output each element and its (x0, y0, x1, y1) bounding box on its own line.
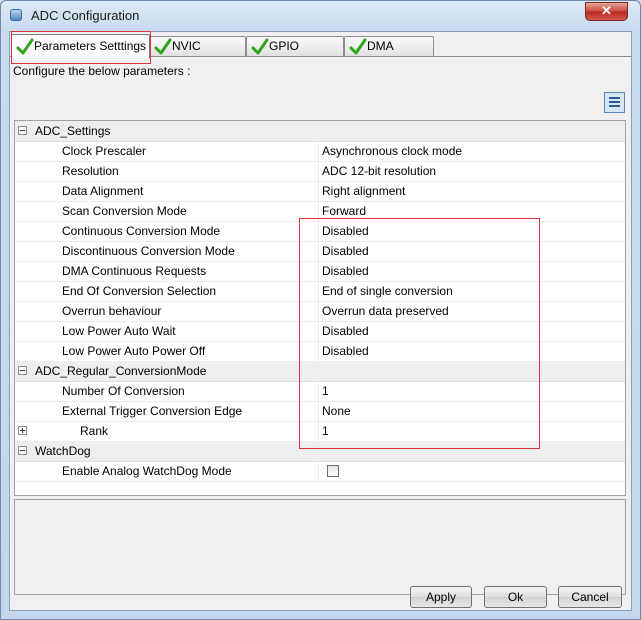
parameters-tab-panel: Configure the below parameters : ADC_Set… (10, 56, 631, 610)
expand-icon[interactable] (18, 426, 27, 435)
property-value[interactable]: ADC 12-bit resolution (322, 164, 436, 178)
property-name: Resolution (62, 164, 119, 178)
property-name: Overrun behaviour (62, 304, 162, 318)
property-value[interactable]: Disabled (322, 264, 369, 278)
property-name: Rank (80, 424, 109, 438)
property-name: External Trigger Conversion Edge (62, 404, 243, 418)
cancel-button[interactable]: Cancel (558, 586, 622, 608)
tab-gpio-settings[interactable]: GPIO Settings (246, 36, 344, 71)
green-check-icon (154, 38, 172, 55)
property-value[interactable]: Disabled (322, 224, 369, 238)
property-row[interactable]: External Trigger Conversion Edge None (15, 401, 625, 422)
property-name: Low Power Auto Wait (62, 324, 176, 338)
property-value[interactable]: None (322, 404, 351, 418)
close-button[interactable]: ✕ (585, 2, 628, 21)
property-value[interactable]: 1 (322, 384, 329, 398)
property-row[interactable]: Low Power Auto Wait Disabled (15, 321, 625, 342)
property-name: Data Alignment (62, 184, 144, 198)
property-row[interactable]: Low Power Auto Power Off Disabled (15, 341, 625, 362)
collapse-icon[interactable] (18, 126, 27, 135)
property-value[interactable]: Asynchronous clock mode (322, 144, 462, 158)
property-row[interactable]: Continuous Conversion Mode Disabled (15, 221, 625, 242)
property-name: Clock Prescaler (62, 144, 147, 158)
property-name: End Of Conversion Selection (62, 284, 217, 298)
category-watchdog[interactable]: WatchDog (15, 441, 625, 462)
property-row-rank[interactable]: Rank 1 (15, 421, 625, 442)
apply-button[interactable]: Apply (410, 586, 472, 608)
property-name: Scan Conversion Mode (62, 204, 187, 218)
property-value[interactable]: Forward (322, 204, 366, 218)
list-view-icon (609, 97, 620, 99)
category-adc-settings[interactable]: ADC_Settings (15, 121, 625, 142)
property-grid: ADC_Settings Clock Prescaler Asynchronous… (14, 120, 626, 496)
collapse-icon[interactable] (18, 446, 27, 455)
tab-dma-settings[interactable]: DMA Settings (344, 36, 434, 71)
enable-analog-watchdog-checkbox[interactable] (327, 465, 339, 477)
property-row[interactable]: Discontinuous Conversion Mode Disabled (15, 241, 625, 262)
title-bar[interactable]: ADC Configuration ✕ (1, 1, 640, 31)
property-row[interactable]: Overrun behaviour Overrun data preserved (15, 301, 625, 322)
category-title: ADC_Settings (35, 124, 111, 138)
property-row[interactable]: Number Of Conversion 1 (15, 381, 625, 402)
category-title: WatchDog (35, 444, 91, 458)
property-row[interactable]: Resolution ADC 12-bit resolution (15, 161, 625, 182)
property-value[interactable]: Disabled (322, 324, 369, 338)
green-check-icon (16, 38, 34, 55)
property-row[interactable]: DMA Continuous Requests Disabled (15, 261, 625, 282)
property-name: Enable Analog WatchDog Mode (62, 464, 232, 478)
property-row[interactable]: Data Alignment Right alignment (15, 181, 625, 202)
ok-button[interactable]: Ok (484, 586, 547, 608)
description-panel (14, 499, 626, 595)
list-view-button[interactable] (604, 92, 625, 113)
property-value[interactable]: 1 (322, 424, 329, 438)
category-adc-regular-conversion-mode[interactable]: ADC_Regular_ConversionMode (15, 361, 625, 382)
window-title: ADC Configuration (31, 8, 140, 23)
category-title: ADC_Regular_ConversionMode (35, 364, 207, 378)
property-value[interactable]: Overrun data preserved (322, 304, 449, 318)
tab-label: Parameters Setttings (34, 39, 147, 53)
green-check-icon (251, 38, 269, 55)
app-icon (10, 9, 22, 21)
property-name: Low Power Auto Power Off (62, 344, 206, 358)
property-row[interactable]: Clock Prescaler Asynchronous clock mode (15, 141, 625, 162)
dialog-client-area: Parameters Setttings NVIC Settings GPIO … (9, 31, 632, 611)
property-value[interactable]: End of single conversion (322, 284, 453, 298)
property-name: DMA Continuous Requests (62, 264, 207, 278)
property-value[interactable]: Disabled (322, 244, 369, 258)
property-value[interactable]: Right alignment (322, 184, 405, 198)
property-value[interactable]: Disabled (322, 344, 369, 358)
tab-nvic-settings[interactable]: NVIC Settings (149, 36, 246, 71)
tab-strip: Parameters Setttings NVIC Settings GPIO … (10, 31, 631, 71)
green-check-icon (349, 38, 367, 55)
property-name: Continuous Conversion Mode (62, 224, 221, 238)
collapse-icon[interactable] (18, 366, 27, 375)
property-row[interactable]: Scan Conversion Mode Forward (15, 201, 625, 222)
configure-hint: Configure the below parameters : (13, 64, 191, 78)
adc-configuration-window: ADC Configuration ✕ Parameters Setttings… (0, 0, 641, 620)
property-row[interactable]: End Of Conversion Selection End of single… (15, 281, 625, 302)
tab-parameters-settings[interactable]: Parameters Setttings (11, 34, 150, 58)
property-row[interactable]: Enable Analog WatchDog Mode (15, 461, 625, 482)
property-name: Discontinuous Conversion Mode (62, 244, 235, 258)
property-name: Number Of Conversion (62, 384, 185, 398)
